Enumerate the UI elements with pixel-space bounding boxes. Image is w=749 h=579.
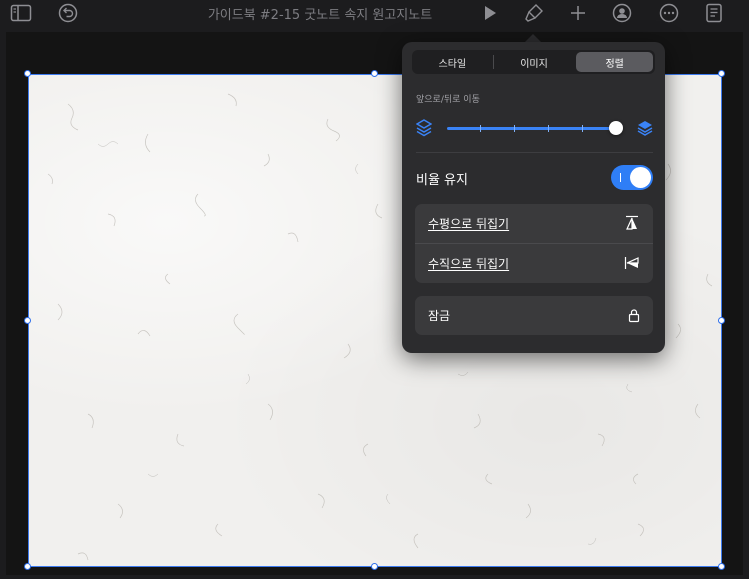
resize-handle-left[interactable] <box>24 317 31 324</box>
slider-track[interactable] <box>447 127 616 130</box>
resize-handle-bottom-right[interactable] <box>718 563 725 570</box>
play-icon[interactable] <box>478 2 502 24</box>
resize-handle-top[interactable] <box>371 70 378 77</box>
flip-group: 수평으로 뒤집기 수직으로 뒤집기 <box>415 204 653 283</box>
format-popover: 스타일 이미지 정렬 앞으로/뒤로 이동 비율 유지 수평으로 뒤집기 수직으로… <box>402 42 665 353</box>
lock-row[interactable]: 잠금 <box>415 296 653 335</box>
document-title[interactable]: 가이드북 #2-15 굿노트 속지 원고지노트 <box>170 4 470 23</box>
keep-ratio-label: 비율 유지 <box>416 173 468 188</box>
tab-arrange[interactable]: 정렬 <box>576 52 654 72</box>
tab-image[interactable]: 이미지 <box>496 52 573 72</box>
resize-handle-right[interactable] <box>718 317 725 324</box>
more-icon[interactable] <box>657 2 681 24</box>
resize-handle-top-left[interactable] <box>24 70 31 77</box>
lock-icon <box>628 308 640 326</box>
plus-icon[interactable] <box>566 2 590 24</box>
document-icon[interactable] <box>702 2 726 24</box>
flip-horizontal-icon <box>624 215 640 234</box>
resize-handle-bottom-left[interactable] <box>24 563 31 570</box>
section-divider <box>416 152 653 153</box>
layer-order-slider[interactable] <box>415 118 653 141</box>
resize-handle-bottom[interactable] <box>371 563 378 570</box>
flip-vertical-label: 수직으로 뒤집기 <box>428 257 510 271</box>
collaborate-icon[interactable] <box>610 2 634 24</box>
format-brush-icon[interactable] <box>522 2 546 24</box>
top-toolbar: 가이드북 #2-15 굿노트 속지 원고지노트 <box>0 0 749 28</box>
resize-handle-top-right[interactable] <box>718 70 725 77</box>
send-backward-icon[interactable] <box>415 119 433 141</box>
tab-separator <box>492 55 494 69</box>
slider-thumb[interactable] <box>609 121 623 135</box>
slider-tick <box>548 125 549 132</box>
slider-tick <box>480 125 481 132</box>
undo-icon[interactable] <box>56 2 80 24</box>
keep-ratio-toggle[interactable] <box>611 165 653 190</box>
slider-tick <box>514 125 515 132</box>
keep-ratio-row: 비율 유지 <box>416 164 653 190</box>
flip-horizontal-row[interactable]: 수평으로 뒤집기 <box>415 204 653 243</box>
flip-horizontal-label: 수평으로 뒤집기 <box>428 217 510 231</box>
flip-vertical-icon <box>624 255 640 274</box>
sidebar-icon[interactable] <box>9 2 33 24</box>
toggle-on-indicator <box>620 173 621 182</box>
lock-group: 잠금 <box>415 296 653 335</box>
lock-label: 잠금 <box>428 309 451 323</box>
layer-order-label: 앞으로/뒤로 이동 <box>416 95 480 105</box>
bring-forward-icon[interactable] <box>637 119 653 141</box>
toggle-knob <box>630 167 651 188</box>
flip-vertical-row[interactable]: 수직으로 뒤집기 <box>415 244 653 283</box>
tab-style[interactable]: 스타일 <box>414 52 491 72</box>
popover-arrow <box>525 34 541 42</box>
format-tab-control: 스타일 이미지 정렬 <box>412 50 655 74</box>
slider-tick <box>582 125 583 132</box>
